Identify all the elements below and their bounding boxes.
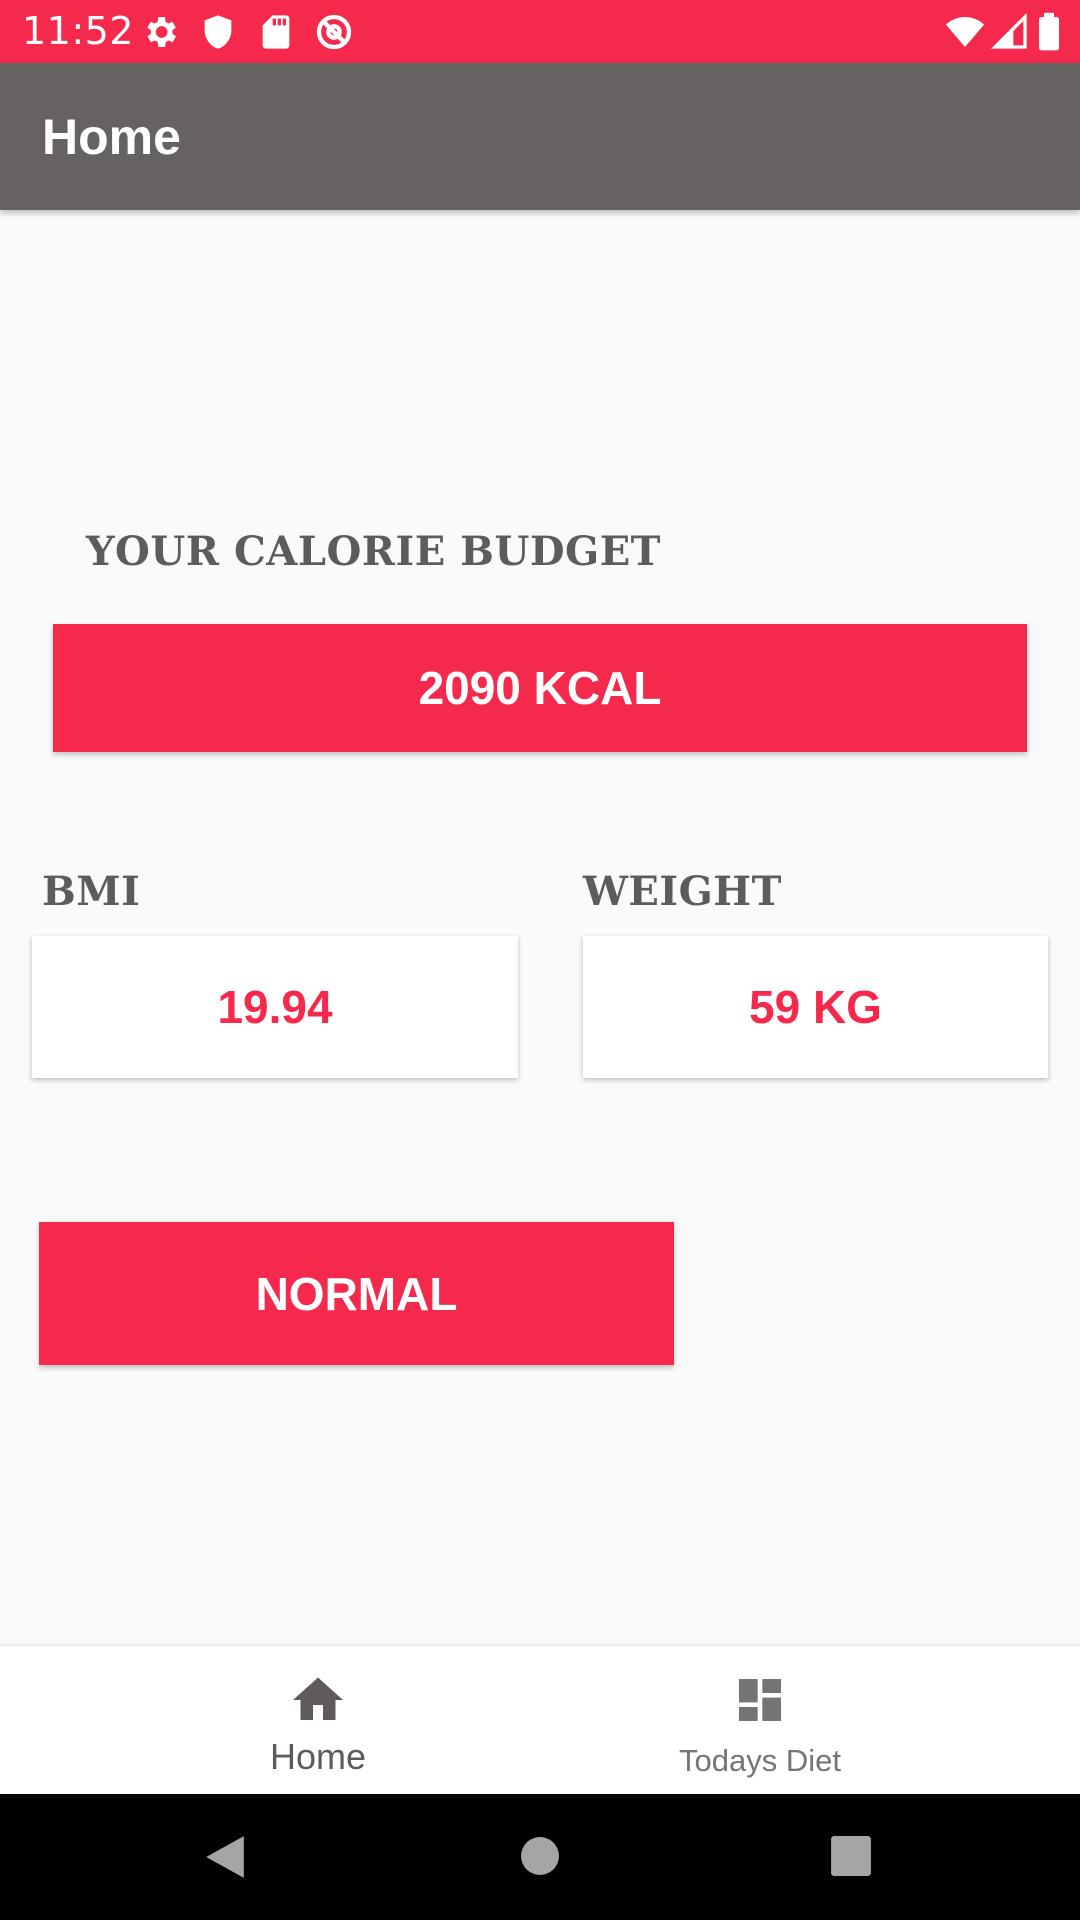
calorie-budget-label: YOUR CALORIE BUDGET <box>86 528 661 575</box>
app-bar: Home <box>0 63 1080 210</box>
bmi-status-badge: NORMAL <box>39 1222 674 1365</box>
gear-icon <box>147 17 176 47</box>
weight-label: WEIGHT <box>583 868 782 915</box>
calorie-budget-value: 2090 KCAL <box>53 624 1027 752</box>
nav-label-todays-diet: Todays Diet <box>679 1743 841 1778</box>
signal-icon <box>990 12 1027 49</box>
nav-item-todays-diet[interactable]: Todays Diet <box>610 1646 910 1794</box>
bmi-value-card: 19.94 <box>32 936 518 1078</box>
home-icon <box>293 1677 343 1720</box>
bmi-label: BMI <box>42 868 141 915</box>
page-title: Home <box>42 109 181 165</box>
status-time: 11:52 <box>22 9 135 53</box>
nav-label-home: Home <box>269 1736 367 1777</box>
recents-icon[interactable] <box>830 1835 872 1877</box>
shield-icon <box>204 15 232 49</box>
sd-card-icon <box>262 15 290 49</box>
home-button-icon[interactable] <box>520 1836 560 1876</box>
back-icon[interactable] <box>204 1834 246 1880</box>
system-navigation-bar <box>0 1794 1080 1920</box>
bottom-navigation: Home Todays Diet <box>0 1646 1080 1794</box>
dashboard-icon <box>739 1679 781 1721</box>
nav-item-home[interactable]: Home <box>168 1646 468 1794</box>
status-bar: 11:52 <box>0 0 1080 63</box>
battery-icon <box>1039 12 1059 51</box>
weight-value-card: 59 KG <box>583 936 1048 1078</box>
wifi-icon <box>945 17 985 47</box>
at-sign-icon <box>316 14 352 50</box>
